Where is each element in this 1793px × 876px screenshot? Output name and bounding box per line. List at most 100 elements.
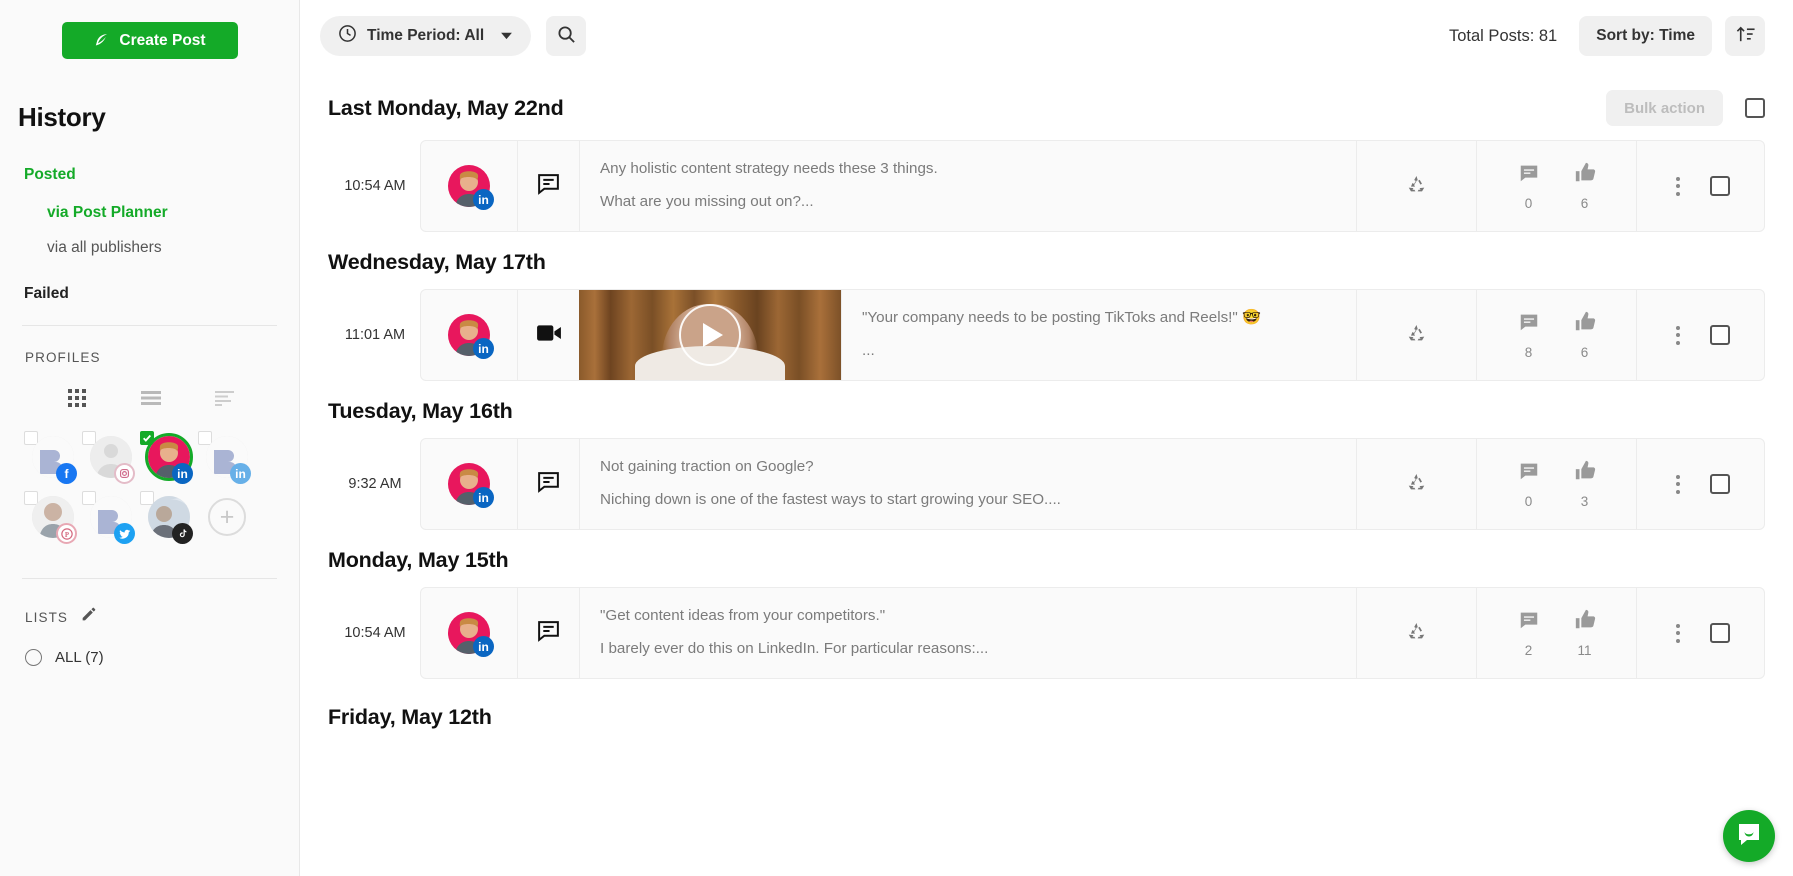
- more-options-icon[interactable]: [1672, 322, 1684, 349]
- video-post-icon: [536, 323, 562, 348]
- group-header: Wednesday, May 17th: [328, 250, 1765, 275]
- sidebar-item-failed[interactable]: Failed: [24, 285, 299, 303]
- pinterest-badge-icon: P: [56, 523, 77, 544]
- group-header: Monday, May 15th: [328, 548, 1765, 573]
- feather-icon: [93, 32, 110, 49]
- post-row[interactable]: 9:32 AM in Not gaining traction on Googl…: [348, 438, 1765, 530]
- list-item-all[interactable]: ALL (7): [25, 649, 299, 666]
- recycle-icon[interactable]: [1407, 621, 1426, 645]
- likes-stat: 11: [1574, 609, 1596, 658]
- total-posts-count: Total Posts: 81: [1449, 26, 1558, 45]
- grid-view-icon[interactable]: [66, 387, 88, 409]
- post-text-cell: Any holistic content strategy needs thes…: [579, 141, 1356, 231]
- post-avatar-cell: in: [421, 439, 517, 529]
- post-text-cell: Not gaining traction on Google? Niching …: [579, 439, 1356, 529]
- sort-direction-button[interactable]: [1725, 16, 1765, 56]
- post-text-cell: "Get content ideas from your competitors…: [579, 588, 1356, 678]
- video-thumbnail[interactable]: [579, 290, 841, 380]
- svg-text:P: P: [64, 532, 68, 539]
- post-recycle-cell: [1356, 439, 1476, 529]
- post-stats-cell: 0 3: [1476, 439, 1636, 529]
- list-view-icon[interactable]: [140, 387, 162, 409]
- profiles-section-label: PROFILES: [25, 350, 101, 365]
- recycle-icon[interactable]: [1407, 174, 1426, 198]
- post-line: Any holistic content strategy needs thes…: [600, 160, 938, 178]
- bulk-action-button[interactable]: Bulk action: [1606, 90, 1723, 126]
- text-post-icon: [536, 618, 561, 648]
- profile-twitter[interactable]: [80, 491, 138, 544]
- post-actions-cell: [1636, 588, 1764, 678]
- post-checkbox[interactable]: [1709, 623, 1730, 643]
- post-row[interactable]: 11:01 AM in "Your company needs to be po…: [345, 289, 1765, 381]
- comment-icon: [1518, 460, 1540, 487]
- likes-count: 3: [1580, 493, 1589, 509]
- post-type-cell: [517, 439, 579, 529]
- post-line: What are you missing out on?...: [600, 193, 814, 210]
- group-date: Tuesday, May 16th: [328, 399, 513, 423]
- post-time: 10:54 AM: [344, 625, 406, 641]
- post-checkbox[interactable]: [1709, 176, 1730, 196]
- likes-count: 6: [1580, 195, 1589, 211]
- post-type-cell: [517, 141, 579, 231]
- sort-by-label: Sort by: Time: [1596, 27, 1695, 44]
- group-header: Friday, May 12th: [328, 705, 1765, 730]
- profile-instagram[interactable]: [80, 431, 138, 484]
- profile-linkedin-company[interactable]: in: [196, 431, 254, 484]
- thumbs-up-icon: [1574, 460, 1596, 487]
- sidebar-item-posted[interactable]: Posted: [24, 166, 299, 184]
- more-options-icon[interactable]: [1672, 620, 1684, 647]
- comments-stat: 2: [1518, 609, 1540, 658]
- group-date: Monday, May 15th: [328, 548, 509, 572]
- search-button[interactable]: [546, 16, 587, 56]
- time-period-filter[interactable]: Time Period: All: [320, 16, 532, 56]
- avatar: in: [448, 463, 494, 508]
- select-all-checkbox[interactable]: [1745, 98, 1765, 118]
- radio-icon[interactable]: [25, 649, 42, 666]
- post-text-cell: "Your company needs to be posting TikTok…: [841, 290, 1356, 380]
- likes-stat: 6: [1574, 162, 1596, 211]
- time-period-label: Time Period: All: [367, 27, 485, 44]
- add-profile-button[interactable]: +: [196, 494, 254, 544]
- profile-facebook[interactable]: f: [22, 431, 80, 484]
- compact-view-icon[interactable]: [214, 387, 236, 409]
- more-options-icon[interactable]: [1672, 173, 1684, 200]
- edit-pencil-icon[interactable]: [81, 607, 96, 627]
- profile-tiktok[interactable]: [138, 491, 196, 544]
- post-thumbnail-cell[interactable]: [579, 290, 841, 380]
- profile-pinterest[interactable]: P: [22, 491, 80, 544]
- post-avatar-cell: in: [421, 141, 517, 231]
- sidebar-item-via-post-planner[interactable]: via Post Planner: [47, 204, 299, 222]
- toolbar: Time Period: All Total Posts: 81 Sort by…: [300, 0, 1793, 72]
- more-options-icon[interactable]: [1672, 471, 1684, 498]
- chat-bubble-icon: [1736, 821, 1762, 852]
- post-row[interactable]: 10:54 AM in: [344, 140, 1765, 232]
- chat-widget-button[interactable]: [1723, 810, 1775, 862]
- recycle-icon[interactable]: [1407, 472, 1426, 496]
- thumbs-up-icon: [1574, 162, 1596, 189]
- app-root: Create Post History Posted via Post Plan…: [0, 0, 1793, 876]
- play-button-icon[interactable]: [679, 304, 741, 366]
- post-checkbox[interactable]: [1709, 474, 1730, 494]
- post-checkbox[interactable]: [1709, 325, 1730, 345]
- create-post-button[interactable]: Create Post: [61, 22, 238, 59]
- avatar: in: [448, 314, 494, 359]
- group-date: Friday, May 12th: [328, 705, 492, 729]
- thumbs-up-icon: [1574, 609, 1596, 636]
- post-row[interactable]: 10:54 AM in: [344, 587, 1765, 679]
- sort-ascending-icon: [1735, 24, 1756, 48]
- post-type-cell: [517, 588, 579, 678]
- sidebar-divider-2: [22, 578, 277, 579]
- sidebar-item-via-all-publishers[interactable]: via all publishers: [47, 239, 299, 257]
- profile-linkedin-personal[interactable]: in: [138, 431, 196, 484]
- likes-count: 6: [1580, 344, 1589, 360]
- comments-stat: 8: [1518, 311, 1540, 360]
- post-type-cell: [517, 290, 579, 380]
- linkedin-badge-icon: in: [473, 636, 494, 657]
- group-header: Tuesday, May 16th: [328, 399, 1765, 424]
- profiles-view-toggles: [66, 387, 299, 409]
- sort-by-button[interactable]: Sort by: Time: [1579, 16, 1712, 56]
- search-icon: [557, 25, 576, 47]
- lists-section-label: LISTS: [25, 609, 69, 625]
- recycle-icon[interactable]: [1407, 323, 1426, 347]
- linkedin-badge-icon: in: [230, 463, 251, 484]
